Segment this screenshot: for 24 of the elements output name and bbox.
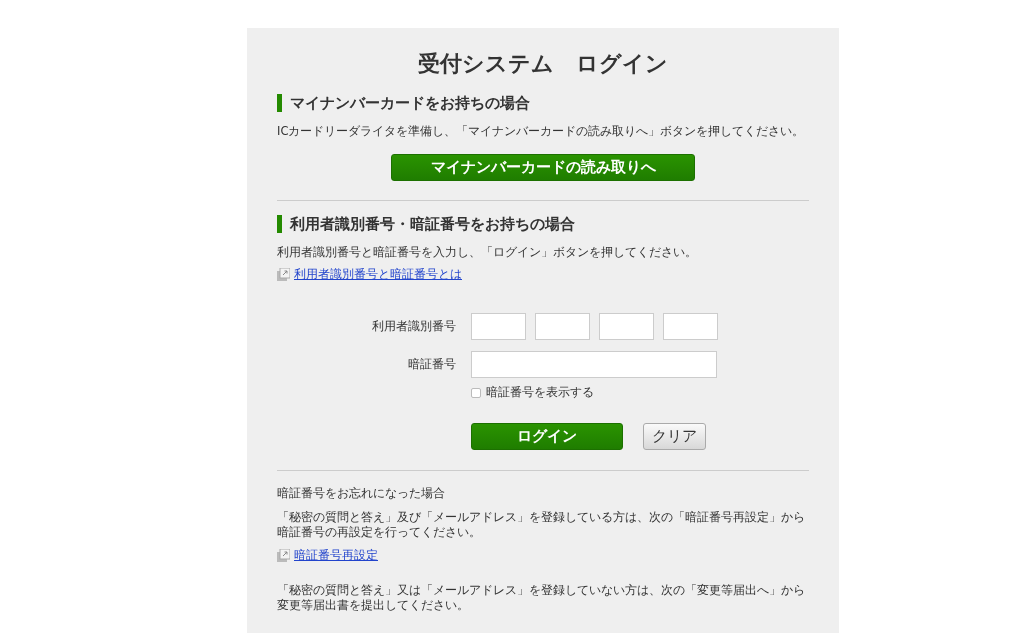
- external-link-icon: [277, 268, 290, 281]
- user-id-field[interactable]: [663, 313, 718, 340]
- checkbox[interactable]: [471, 387, 481, 398]
- help-link[interactable]: 利用者識別番号と暗証番号とは: [294, 267, 462, 282]
- user-id-field[interactable]: [471, 313, 526, 340]
- user-id-field[interactable]: [535, 313, 590, 340]
- section-heading: 利用者識別番号・暗証番号をお持ちの場合: [277, 215, 809, 233]
- field-label: 利用者識別番号: [371, 319, 456, 334]
- instruction-text: 利用者識別番号と暗証番号を入力し、「ログイン」ボタンを押してください。: [277, 245, 698, 260]
- checkbox-label: 暗証番号を表示する: [486, 385, 594, 400]
- external-link-icon: [277, 549, 290, 562]
- reset-link[interactable]: 暗証番号再設定: [294, 548, 378, 563]
- subheading-text: 暗証番号をお忘れになった場合: [277, 486, 446, 501]
- field-label: 暗証番号: [407, 357, 456, 372]
- password-field[interactable]: [471, 351, 717, 378]
- user-id-field[interactable]: [599, 313, 654, 340]
- instruction-text: 「秘密の質問と答え」又は「メールアドレス」を登録していない方は、次の「変更等届出へ」から変更等届出書を提出してください。: [277, 583, 806, 613]
- page-title: 受付システム ログイン: [417, 50, 669, 78]
- login-button[interactable]: ログイン: [471, 423, 623, 450]
- section-heading: マイナンバーカードをお持ちの場合: [277, 94, 809, 112]
- card-reader-button[interactable]: マイナンバーカードの読み取りへ: [391, 154, 695, 181]
- instruction-text: ICカードリーダライタを準備し、「マイナンバーカードの読み取りへ」ボタンを押してください。: [277, 124, 806, 139]
- clear-button[interactable]: クリア: [643, 423, 706, 450]
- instruction-text: 「秘密の質問と答え」及び「メールアドレス」を登録している方は、次の「暗証番号再設定」から暗証番号の再設定を行ってください。: [277, 510, 806, 540]
